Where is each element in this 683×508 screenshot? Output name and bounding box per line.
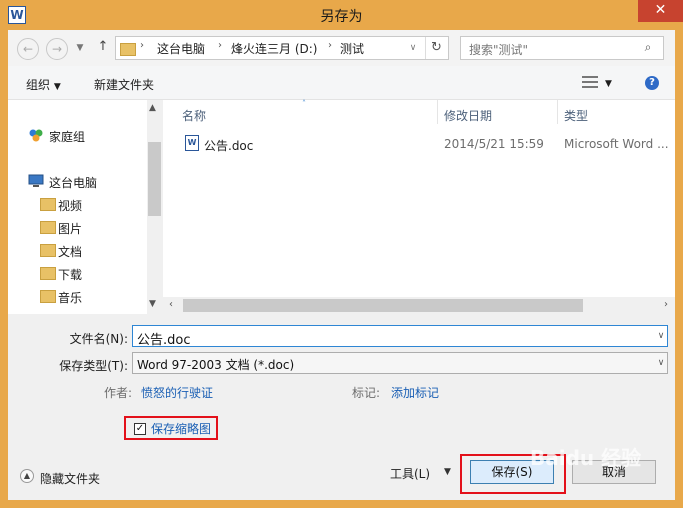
music-folder-icon [40,289,56,303]
horizontal-scroll-thumb[interactable] [183,299,583,312]
hide-folders-button[interactable]: 隐藏文件夹 [40,470,100,487]
filename-input[interactable]: 公告.doc [132,325,668,348]
add-tags-link[interactable]: 添加标记 [391,384,439,401]
homegroup-icon [28,127,44,146]
column-header-type[interactable]: 类型 [564,107,588,124]
scroll-down-icon[interactable]: ▼ [149,299,156,309]
sidebar-item-videos[interactable]: 视频 [58,197,82,214]
sidebar-item-homegroup[interactable]: 家庭组 [49,128,85,145]
tags-label: 标记: [352,386,381,400]
filetype-select[interactable]: Word 97-2003 文档 (*.doc) [132,352,668,374]
sidebar-item-this-pc[interactable]: 这台电脑 [49,174,97,191]
save-thumbnail-label[interactable]: 保存缩略图 [151,420,211,437]
scroll-left-icon[interactable]: ‹ [169,299,173,310]
author-value[interactable]: 愤怒的行驶证 [141,384,213,401]
column-header-name[interactable]: 名称 [182,107,206,124]
close-button[interactable]: ✕ [638,0,683,22]
column-divider[interactable] [557,100,558,124]
sort-ascending-icon: ˄ [302,99,306,108]
view-dropdown-chevron-icon[interactable]: ▼ [605,79,612,89]
help-icon[interactable]: ? [645,76,659,90]
word-document-icon: W [185,135,199,151]
new-folder-button[interactable]: 新建文件夹 [94,76,154,93]
breadcrumb-separator-icon: › [218,40,222,51]
file-name[interactable]: 公告.doc [204,137,253,154]
sidebar-item-downloads[interactable]: 下载 [58,266,82,283]
videos-folder-icon [40,197,56,211]
breadcrumb-separator-icon: › [328,40,332,51]
up-arrow-icon[interactable]: ↑ [95,39,111,57]
breadcrumb-separator-icon: › [140,40,144,51]
organize-button[interactable]: 组织 ▼ [26,76,61,93]
hide-folders-chevron-icon[interactable]: ▲ [20,469,34,483]
save-thumbnail-checkbox[interactable]: ✓ [134,423,146,435]
refresh-icon[interactable]: ↻ [425,37,447,59]
computer-icon [28,174,44,191]
address-dropdown-chevron-icon[interactable]: ∨ [408,41,418,55]
back-button[interactable]: ← [17,38,39,60]
filetype-label: 保存类型(T): [59,359,128,373]
breadcrumb-test-folder[interactable]: 测试 [340,40,364,57]
author-label: 作者: [104,386,133,400]
breadcrumb-this-pc[interactable]: 这台电脑 [157,40,205,57]
pictures-folder-icon [40,220,56,234]
column-divider[interactable] [437,100,438,124]
filename-dropdown-chevron-icon[interactable]: ∨ [654,326,668,346]
tools-button[interactable]: 工具(L) [390,465,430,482]
file-type: Microsoft Word ... [564,137,669,151]
downloads-folder-icon [40,266,56,280]
scroll-right-icon[interactable]: › [664,299,668,310]
folder-icon [120,42,136,56]
search-icon[interactable]: ⌕ [640,40,656,56]
tools-dropdown-chevron-icon[interactable]: ▼ [444,467,451,477]
forward-button[interactable]: → [46,38,68,60]
sidebar-item-pictures[interactable]: 图片 [58,220,82,237]
baidu-watermark: Baidu 经验 [530,446,642,470]
breadcrumb-drive-d[interactable]: 烽火连三月 (D:) [231,40,317,57]
recent-locations-chevron-icon[interactable]: ▼ [75,41,85,55]
view-options-icon[interactable] [582,76,598,88]
scroll-up-icon[interactable]: ▲ [149,103,156,113]
window-title: 另存为 [320,9,363,25]
nav-pane-scroll-thumb[interactable] [148,142,161,216]
column-header-modified[interactable]: 修改日期 [444,107,492,124]
filetype-dropdown-chevron-icon[interactable]: ∨ [654,353,668,373]
search-input[interactable]: 搜索"测试" [460,36,664,60]
sidebar-item-music[interactable]: 音乐 [58,289,82,306]
file-modified-date: 2014/5/21 15:59 [444,137,544,151]
documents-folder-icon [40,243,56,257]
sidebar-item-documents[interactable]: 文档 [58,243,82,260]
filename-label: 文件名(N): [69,332,128,346]
file-list-pane [163,100,675,314]
